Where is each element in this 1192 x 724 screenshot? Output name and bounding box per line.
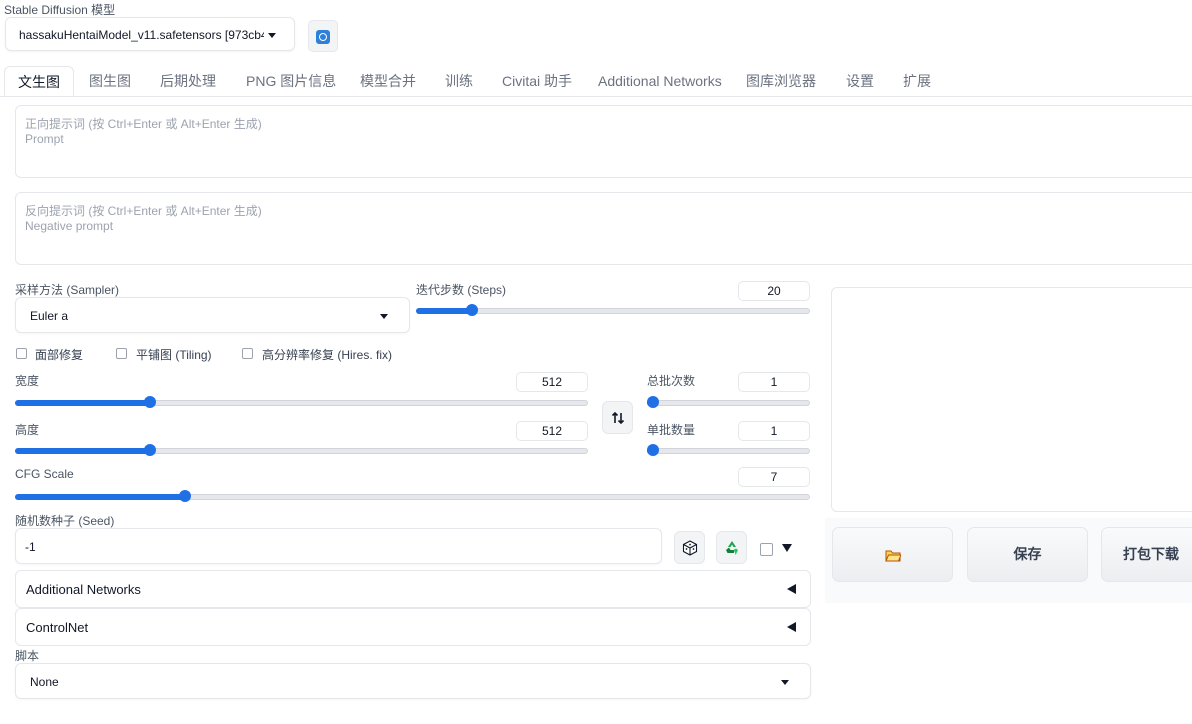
width-label: 宽度 bbox=[15, 374, 40, 388]
chevron-down-icon bbox=[380, 314, 388, 319]
save-button[interactable]: 保存 bbox=[967, 527, 1088, 582]
tiling-label: 平铺图 (Tiling) bbox=[136, 348, 212, 362]
script-label: 脚本 bbox=[15, 649, 40, 663]
cfg-scale-slider-handle[interactable] bbox=[179, 490, 191, 502]
seed-input[interactable]: -1 bbox=[15, 528, 662, 564]
model-dropdown[interactable]: hassakuHentaiModel_v11.safetensors [973c… bbox=[5, 17, 295, 51]
model-label: Stable Diffusion 模型 bbox=[4, 3, 116, 17]
negative-prompt-textarea[interactable]: 反向提示词 (按 Ctrl+Enter 或 Alt+Enter 生成) Nega… bbox=[15, 192, 1192, 265]
dice-icon bbox=[682, 540, 698, 556]
tab-extensions[interactable]: 扩展 bbox=[903, 66, 931, 96]
accordion-title: Additional Networks bbox=[26, 582, 141, 597]
batch-size-slider-handle[interactable] bbox=[647, 444, 659, 456]
sampler-label: 采样方法 (Sampler) bbox=[15, 283, 120, 297]
collapse-triangle-icon bbox=[787, 622, 796, 632]
steps-label: 迭代步数 (Steps) bbox=[416, 283, 507, 297]
cfg-scale-input[interactable]: 7 bbox=[738, 467, 810, 487]
script-dropdown[interactable]: None bbox=[15, 663, 811, 699]
refresh-icon bbox=[316, 30, 330, 44]
folder-icon bbox=[885, 550, 901, 562]
chevron-down-icon bbox=[781, 680, 789, 685]
tab-additional-networks[interactable]: Additional Networks bbox=[598, 66, 722, 96]
batch-count-input[interactable]: 1 bbox=[738, 372, 810, 392]
reuse-seed-button[interactable] bbox=[716, 531, 747, 564]
height-input[interactable]: 512 bbox=[516, 421, 588, 441]
accordion-additional-networks[interactable]: Additional Networks bbox=[15, 570, 811, 608]
hires-fix-checkbox[interactable] bbox=[242, 348, 253, 359]
tab-settings[interactable]: 设置 bbox=[846, 66, 874, 96]
cfg-scale-slider[interactable] bbox=[15, 490, 810, 502]
width-slider-fill bbox=[15, 400, 150, 406]
steps-slider-fill bbox=[416, 308, 472, 314]
batch-size-input[interactable]: 1 bbox=[738, 421, 810, 441]
chevron-down-icon bbox=[268, 33, 276, 38]
caret-down-icon[interactable] bbox=[782, 544, 792, 552]
face-restore-checkbox[interactable] bbox=[16, 348, 27, 359]
height-label: 高度 bbox=[15, 423, 40, 437]
cfg-scale-label: CFG Scale bbox=[15, 467, 74, 481]
extra-seed-checkbox[interactable] bbox=[760, 543, 773, 556]
tab-train[interactable]: 训练 bbox=[445, 66, 473, 96]
prompt-placeholder: 正向提示词 (按 Ctrl+Enter 或 Alt+Enter 生成) bbox=[25, 117, 262, 131]
steps-slider-handle[interactable] bbox=[466, 304, 478, 316]
tab-extras[interactable]: 后期处理 bbox=[160, 66, 216, 96]
width-slider-handle[interactable] bbox=[144, 396, 156, 408]
sampler-value: Euler a bbox=[30, 309, 69, 323]
negative-prompt-placeholder: 反向提示词 (按 Ctrl+Enter 或 Alt+Enter 生成) bbox=[25, 204, 262, 218]
batch-size-label: 单批数量 bbox=[647, 423, 696, 437]
hires-fix-label: 高分辨率修复 (Hires. fix) bbox=[262, 348, 392, 362]
collapse-triangle-icon bbox=[787, 584, 796, 594]
width-slider[interactable] bbox=[15, 396, 588, 408]
batch-count-slider[interactable] bbox=[647, 396, 810, 408]
tab-civitai-helper[interactable]: Civitai 助手 bbox=[502, 66, 572, 96]
tiling-checkbox[interactable] bbox=[116, 348, 127, 359]
batch-count-label: 总批次数 bbox=[647, 374, 696, 388]
sampler-dropdown[interactable]: Euler a bbox=[15, 297, 410, 333]
face-restore-label: 面部修复 bbox=[35, 348, 84, 362]
batch-count-slider-handle[interactable] bbox=[647, 396, 659, 408]
tab-checkpoint-merger[interactable]: 模型合并 bbox=[360, 66, 416, 96]
tab-bar: 文生图 图生图 后期处理 PNG 图片信息 模型合并 训练 Civitai 助手… bbox=[0, 66, 1192, 97]
height-slider-fill bbox=[15, 448, 150, 454]
steps-input[interactable]: 20 bbox=[738, 281, 810, 301]
width-input[interactable]: 512 bbox=[516, 372, 588, 392]
accordion-controlnet[interactable]: ControlNet bbox=[15, 608, 811, 646]
open-folder-button[interactable] bbox=[832, 527, 953, 582]
prompt-placeholder-en: Prompt bbox=[25, 132, 64, 146]
refresh-model-button[interactable] bbox=[308, 20, 338, 52]
tab-png-info[interactable]: PNG 图片信息 bbox=[246, 66, 336, 96]
swap-vertical-icon bbox=[611, 411, 625, 425]
steps-slider[interactable] bbox=[416, 304, 810, 316]
tab-img2img[interactable]: 图生图 bbox=[89, 66, 131, 96]
cfg-scale-slider-fill bbox=[15, 494, 185, 500]
recycle-icon bbox=[726, 541, 738, 555]
random-seed-button[interactable] bbox=[674, 531, 705, 564]
image-output-gallery bbox=[831, 287, 1192, 512]
zip-download-button[interactable]: 打包下载 bbox=[1101, 527, 1192, 582]
model-value: hassakuHentaiModel_v11.safetensors [973c… bbox=[19, 28, 264, 42]
script-value: None bbox=[30, 675, 59, 689]
height-slider[interactable] bbox=[15, 444, 588, 456]
negative-prompt-placeholder-en: Negative prompt bbox=[25, 219, 114, 233]
tab-txt2img[interactable]: 文生图 bbox=[4, 66, 74, 96]
height-slider-handle[interactable] bbox=[144, 444, 156, 456]
seed-label: 随机数种子 (Seed) bbox=[15, 514, 115, 528]
seed-value: -1 bbox=[25, 540, 36, 554]
batch-size-slider[interactable] bbox=[647, 444, 810, 456]
accordion-title: ControlNet bbox=[26, 620, 89, 635]
tab-image-browser[interactable]: 图库浏览器 bbox=[746, 66, 816, 96]
prompt-textarea[interactable]: 正向提示词 (按 Ctrl+Enter 或 Alt+Enter 生成) Prom… bbox=[15, 105, 1192, 178]
swap-dimensions-button[interactable] bbox=[602, 401, 633, 434]
